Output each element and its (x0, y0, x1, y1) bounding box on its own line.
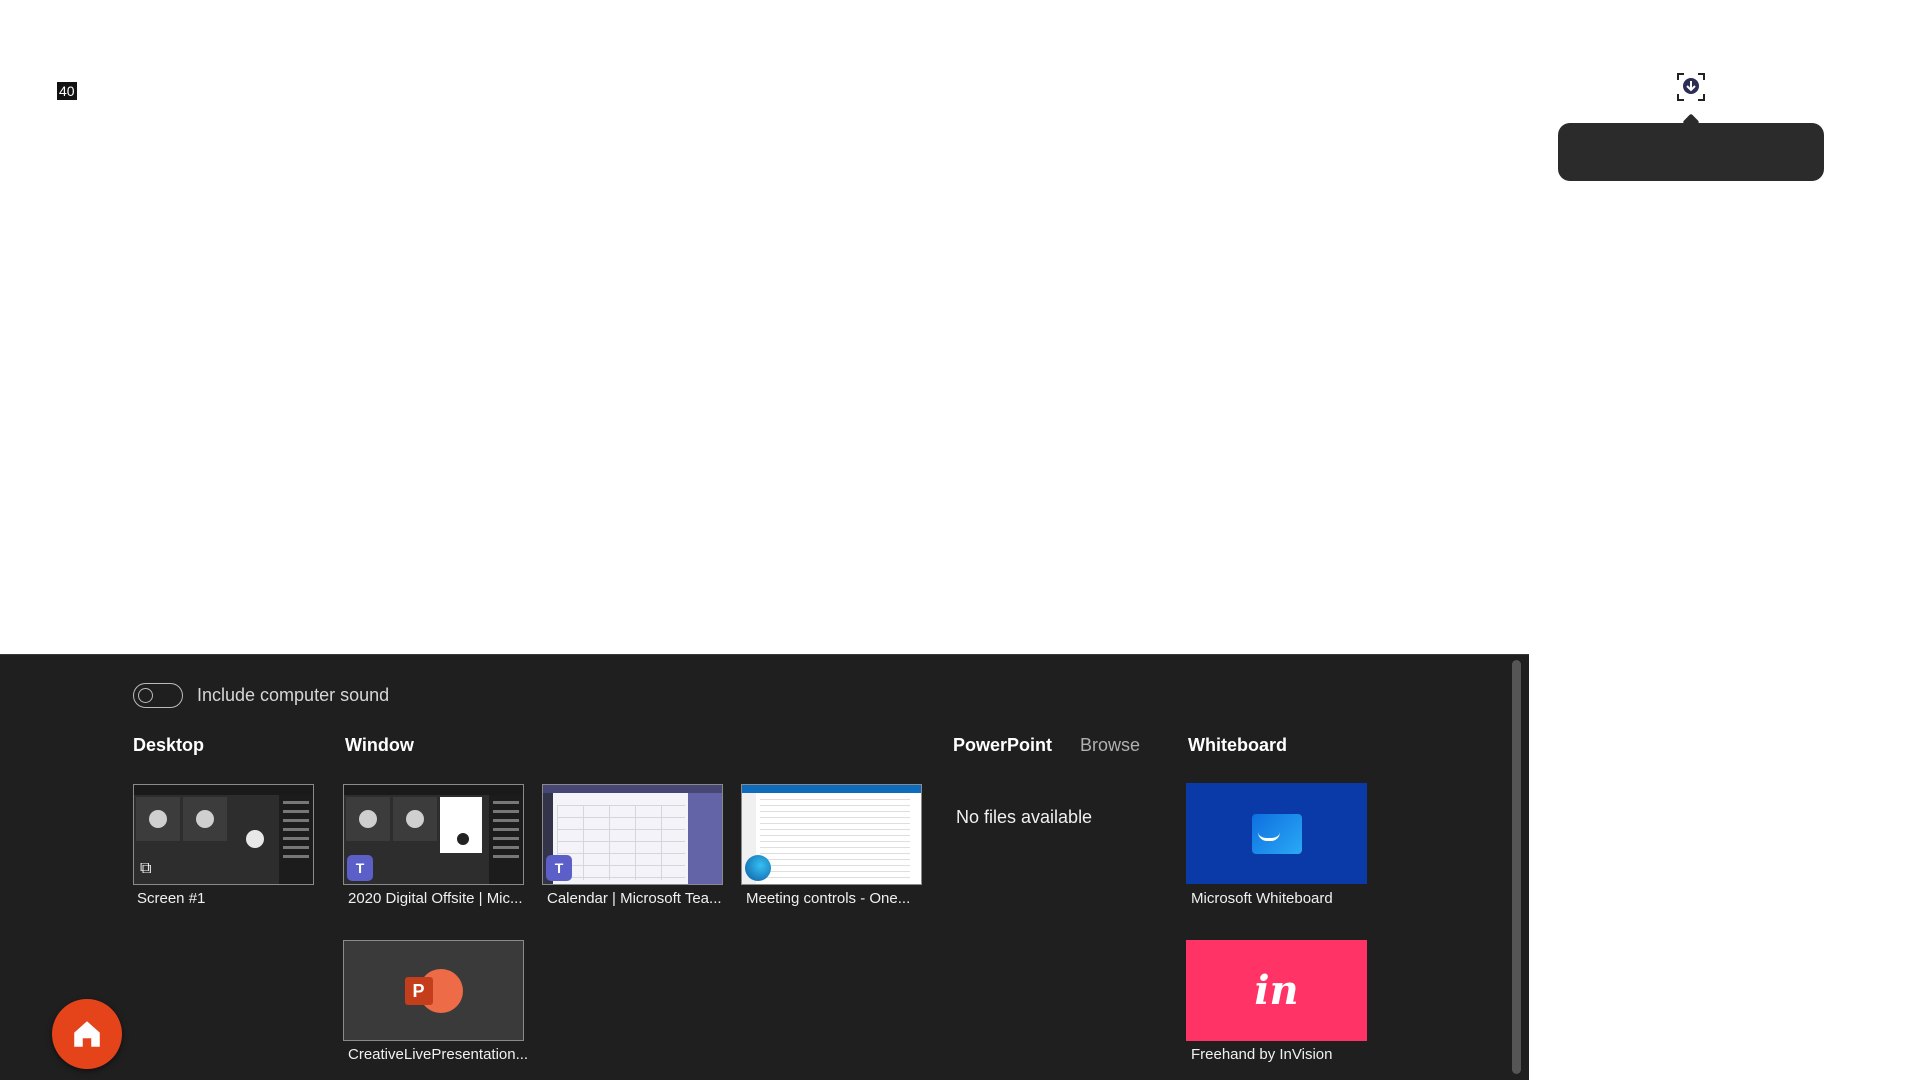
desktop-heading: Desktop (133, 735, 205, 755)
include-sound-toggle[interactable] (133, 683, 183, 708)
camera-capture-icon[interactable] (1676, 72, 1706, 102)
powerpoint-heading: PowerPoint (953, 735, 1053, 755)
screen-preview (134, 785, 313, 884)
whiteboard-heading: Whiteboard (1188, 735, 1287, 755)
powerpoint-icon: P (404, 968, 463, 1013)
monitor-share-icon: ⧉ (140, 860, 152, 877)
counter-badge: 40 (57, 82, 77, 100)
scrollbar[interactable] (1512, 660, 1521, 1074)
window-label-meeting-controls: Meeting controls - One... (746, 890, 911, 907)
window-tile-meeting-controls[interactable] (741, 784, 922, 885)
window-tile-calendar[interactable]: T (542, 784, 723, 885)
tooltip (1558, 123, 1824, 181)
home-icon (74, 1021, 100, 1047)
invision-icon: in (1254, 967, 1299, 1014)
window-tile-presentation[interactable]: P (343, 940, 524, 1041)
teams-icon: T (347, 855, 373, 881)
teams-icon: T (546, 855, 572, 881)
screen-1-label: Screen #1 (137, 890, 206, 907)
screen-1-tile[interactable]: ⧉ (133, 784, 314, 885)
window-label-calendar: Calendar | Microsoft Tea... (547, 890, 722, 907)
microsoft-whiteboard-label: Microsoft Whiteboard (1191, 890, 1333, 907)
whiteboard-icon (1251, 813, 1302, 854)
include-sound-label: Include computer sound (197, 685, 390, 705)
invision-freehand-tile[interactable]: in (1186, 940, 1367, 1041)
window-tile-offsite[interactable]: T (343, 784, 524, 885)
edge-icon (745, 855, 771, 881)
browse-button[interactable]: Browse (1080, 735, 1140, 756)
home-button[interactable] (52, 999, 122, 1069)
invision-freehand-label: Freehand by InVision (1191, 1046, 1333, 1063)
window-heading: Window (345, 735, 414, 755)
include-sound-row: Include computer sound (133, 683, 389, 708)
no-files-message: No files available (956, 807, 1093, 827)
microsoft-whiteboard-tile[interactable] (1186, 783, 1367, 884)
window-label-presentation: CreativeLivePresentation... (348, 1046, 529, 1063)
window-label-offsite: 2020 Digital Offsite | Mic... (348, 890, 523, 907)
